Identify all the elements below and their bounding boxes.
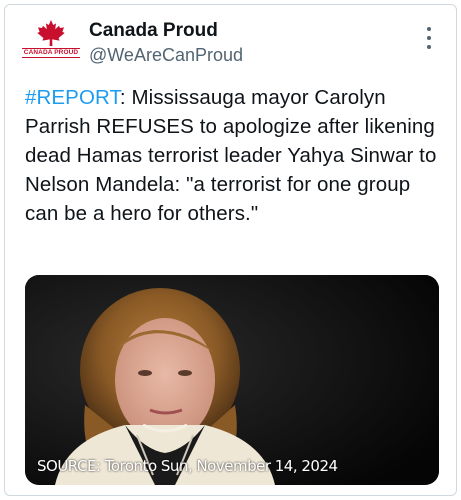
- tweet-text: #REPORT: Mississauga mayor Carolyn Parri…: [25, 83, 440, 228]
- avatar-label: CANADA PROUD: [21, 48, 81, 58]
- tweet-media-photo[interactable]: SOURCE: Toronto Sun, November 14, 2024: [25, 275, 439, 485]
- display-name[interactable]: Canada Proud: [89, 19, 218, 43]
- user-handle[interactable]: @WeAreCanProud: [89, 43, 243, 67]
- maple-leaf-icon: [37, 20, 65, 46]
- photo-source-caption: SOURCE: Toronto Sun, November 14, 2024: [37, 457, 338, 475]
- hashtag-link[interactable]: #REPORT: [25, 86, 120, 109]
- photo-illustration: [25, 275, 439, 485]
- tweet-card[interactable]: CANADA PROUD Canada Proud @WeAreCanProud…: [4, 4, 457, 496]
- tweet-header: CANADA PROUD Canada Proud @WeAreCanProud: [5, 5, 456, 75]
- more-vertical-icon[interactable]: [424, 27, 434, 49]
- avatar[interactable]: CANADA PROUD: [21, 19, 81, 71]
